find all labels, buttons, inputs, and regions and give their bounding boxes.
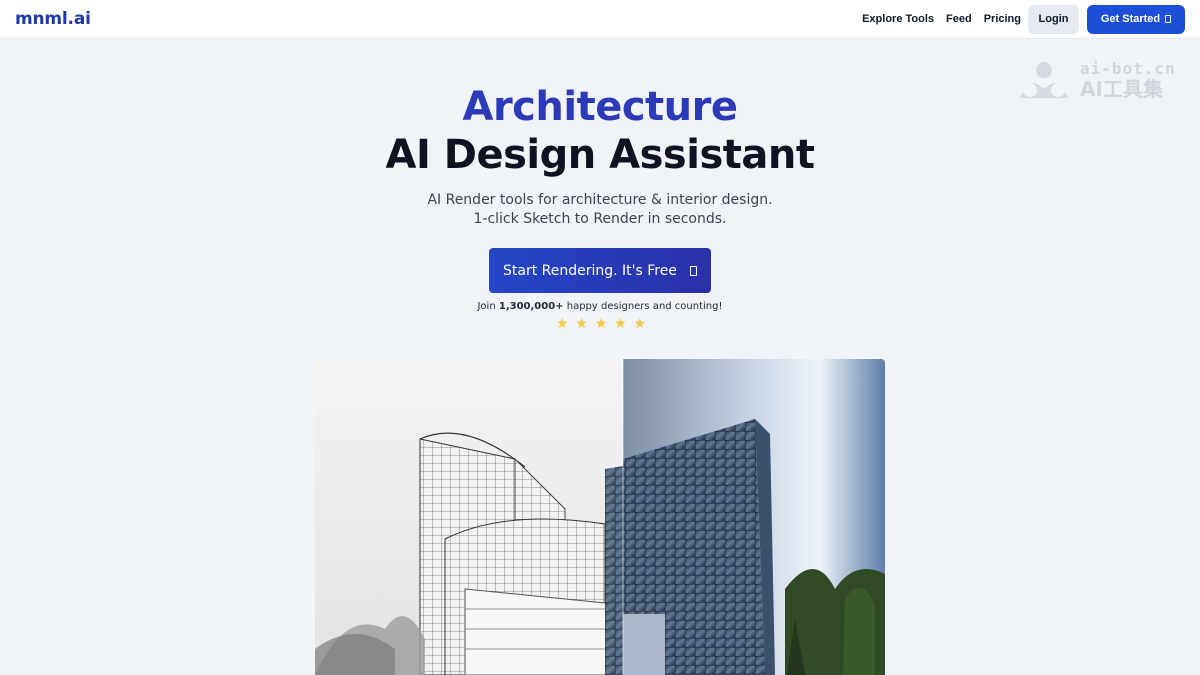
brand-logo[interactable]: mnml.ai xyxy=(15,9,91,29)
hero-subtitle-line1: AI Render tools for architecture & inter… xyxy=(427,192,773,208)
hero-subtitle: AI Render tools for architecture & inter… xyxy=(0,191,1200,229)
star-icon: ★ xyxy=(594,315,608,331)
nav-right: Explore Tools Feed Pricing Login Get Sta… xyxy=(862,0,1185,39)
login-button[interactable]: Login xyxy=(1028,4,1079,34)
nav-link-explore-tools[interactable]: Explore Tools xyxy=(862,13,934,25)
nav-link-pricing[interactable]: Pricing xyxy=(984,13,1021,25)
start-rendering-button[interactable]: Start Rendering. It's Free xyxy=(489,248,711,293)
social-proof-prefix: Join xyxy=(477,301,499,312)
start-rendering-label: Start Rendering. It's Free xyxy=(503,262,677,279)
top-nav: mnml.ai Explore Tools Feed Pricing Login… xyxy=(0,0,1200,39)
arrow-right-icon xyxy=(1165,15,1172,23)
nav-link-feed[interactable]: Feed xyxy=(946,13,972,25)
rating-stars: ★ ★ ★ ★ ★ xyxy=(556,315,646,331)
render-illustration xyxy=(315,359,885,675)
get-started-label: Get Started xyxy=(1100,13,1161,25)
social-proof-count: 1,300,000+ xyxy=(498,301,564,312)
star-icon: ★ xyxy=(556,315,569,331)
hero-title-accent: Architecture xyxy=(462,84,739,130)
star-icon: ★ xyxy=(614,315,627,331)
login-button-label: Login xyxy=(1038,13,1069,25)
hero-subtitle-line2: 1-click Sketch to Render in seconds. xyxy=(473,211,727,227)
star-icon: ★ xyxy=(575,315,588,331)
get-started-button[interactable]: Get Started xyxy=(1087,4,1185,34)
arrow-right-icon xyxy=(689,265,697,276)
social-proof: Join 1,300,000+ happy designers and coun… xyxy=(0,301,1200,312)
social-proof-suffix: happy designers and counting! xyxy=(563,301,723,312)
star-icon: ★ xyxy=(633,315,646,331)
sketch-to-render-preview xyxy=(315,359,885,675)
hero-title-main: AI Design Assistant xyxy=(385,132,815,178)
watermark-domain: ai-bot.cn xyxy=(1080,59,1176,78)
